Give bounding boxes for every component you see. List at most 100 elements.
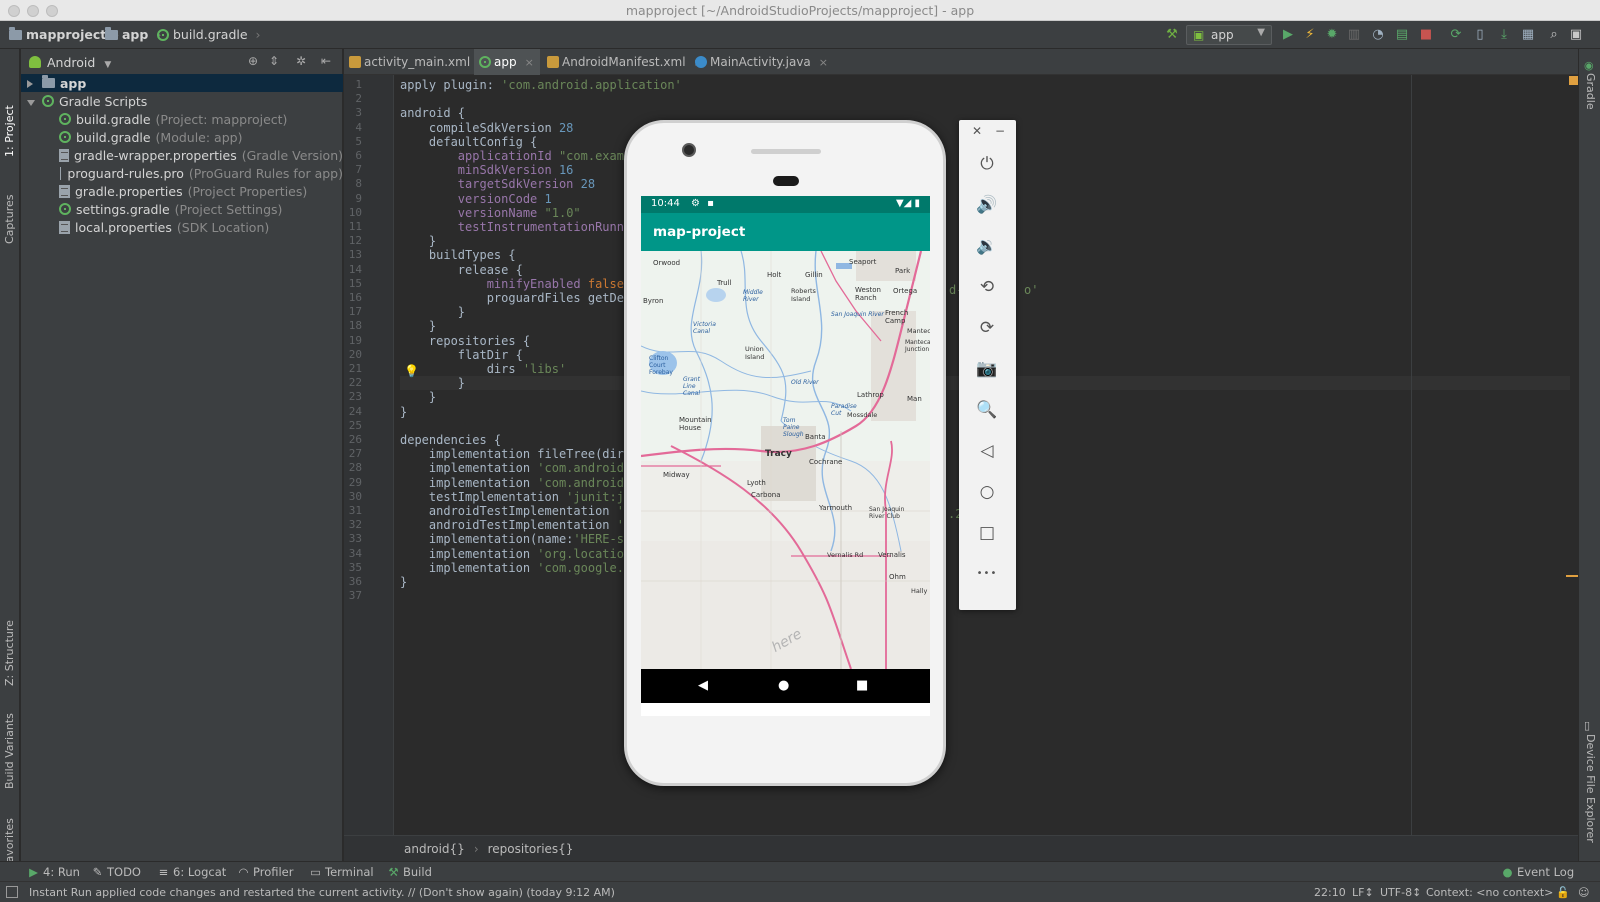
avd-manager-icon[interactable]: ▯ <box>1472 27 1488 43</box>
code-line[interactable]: minifyEnabled false <box>400 277 624 291</box>
code-line[interactable]: dirs 'libs' <box>400 362 567 376</box>
breadcrumb-item[interactable]: android{} <box>404 842 465 856</box>
tool-window-build[interactable]: ⚒ Build <box>388 865 432 879</box>
code-line[interactable]: testInstrumentationRunner <box>400 220 639 234</box>
code-line[interactable]: applicationId "com.example <box>400 149 646 163</box>
close-tab-icon[interactable]: × <box>525 56 534 69</box>
user-icon[interactable]: ▣ <box>1568 27 1584 43</box>
code-line[interactable]: dependencies { <box>400 433 501 447</box>
project-structure-icon[interactable]: ▦ <box>1520 27 1536 43</box>
code-line[interactable]: implementation 'com.android.s <box>400 476 639 490</box>
code-line[interactable]: } <box>400 405 407 419</box>
tree-item-gradle-scripts[interactable]: Gradle Scripts <box>21 92 343 110</box>
tree-item-proguard[interactable]: proguard-rules.pro (ProGuard Rules for a… <box>21 164 343 182</box>
tree-item-build-gradle-module[interactable]: build.gradle (Module: app) <box>21 128 343 146</box>
zoom-icon[interactable]: 🔍 <box>975 398 999 422</box>
code-line[interactable]: implementation 'org.locationt <box>400 547 639 561</box>
tool-tab-captures[interactable]: Captures <box>3 195 16 244</box>
collapse-arrow-icon[interactable] <box>27 99 35 106</box>
code-line[interactable]: androidTestImplementation 'co <box>400 504 639 518</box>
nav-crumb-project[interactable]: mapproject › <box>9 26 119 42</box>
tool-tab-structure[interactable]: Z: Structure <box>3 620 16 686</box>
code-line[interactable]: apply plugin: 'com.android.application' <box>400 78 682 92</box>
context-info[interactable]: Context: <no context> <box>1426 886 1553 899</box>
tool-window-event-log[interactable]: ● Event Log <box>1502 865 1574 879</box>
code-line[interactable]: } <box>400 390 436 404</box>
analysis-status-icon[interactable] <box>1569 76 1578 85</box>
code-line[interactable]: targetSdkVersion 28 <box>400 177 595 191</box>
power-icon[interactable]: ⏻ <box>975 152 999 176</box>
debug-icon[interactable]: ✹ <box>1324 27 1340 43</box>
overview-icon[interactable]: □ <box>975 521 999 545</box>
code-line[interactable]: repositories { <box>400 334 530 348</box>
code-line[interactable]: buildTypes { <box>400 248 516 262</box>
code-line[interactable]: proguardFiles getDefa <box>400 291 639 305</box>
intention-bulb-icon[interactable]: 💡 <box>404 364 419 378</box>
close-tab-icon[interactable]: × <box>819 56 828 69</box>
back-icon[interactable]: ◁ <box>975 439 999 463</box>
tree-item-local-properties[interactable]: local.properties (SDK Location) <box>21 218 343 236</box>
overview-nav-icon[interactable]: ■ <box>856 678 868 693</box>
tree-item-build-gradle-project[interactable]: build.gradle (Project: mapproject) <box>21 110 343 128</box>
map-view[interactable]: Tracy Lathrop Banta Cochrane Mountain Ho… <box>641 250 930 670</box>
rotate-left-icon[interactable]: ⟲ <box>975 275 999 299</box>
close-icon[interactable]: ✕ <box>972 124 982 138</box>
code-line[interactable]: defaultConfig { <box>400 135 537 149</box>
caret-position[interactable]: 22:10 <box>1314 886 1346 899</box>
code-line[interactable]: versionName "1.0" <box>400 206 581 220</box>
code-line[interactable]: implementation(name:'HERE-sdk <box>400 532 639 546</box>
lock-icon[interactable]: 🔓 <box>1556 886 1570 899</box>
code-line[interactable]: implementation 'com.google.co <box>400 561 639 575</box>
code-line[interactable]: release { <box>400 263 523 277</box>
sdk-manager-icon[interactable]: ⤓ <box>1496 27 1512 43</box>
tool-window-run[interactable]: ▶ 4: Run <box>28 865 80 879</box>
error-stripe-mark[interactable] <box>1566 575 1578 577</box>
tab-app-gradle[interactable]: app × <box>474 49 540 75</box>
search-icon[interactable]: ⌕ <box>1546 27 1562 43</box>
volume-down-icon[interactable]: 🔉 <box>975 234 999 258</box>
tool-window-profiler[interactable]: ◠ Profiler <box>238 865 293 879</box>
home-nav-icon[interactable]: ● <box>778 678 789 693</box>
tree-item-app[interactable]: app <box>21 74 343 92</box>
stop-icon[interactable]: ■ <box>1418 27 1434 43</box>
collapse-all-icon[interactable]: ⇕ <box>269 54 279 68</box>
code-line[interactable]: androidTestImplementation 'co <box>400 518 639 532</box>
tab-main-activity-java[interactable]: MainActivity.java × <box>690 49 828 75</box>
more-icon[interactable]: ••• <box>975 562 999 586</box>
coverage-icon[interactable]: ▥ <box>1346 27 1362 43</box>
volume-up-icon[interactable]: 🔊 <box>975 193 999 217</box>
emulator-screen[interactable]: 10:44 ⚙ ▪ ▼◢ ▮ map-project Tracy Lathrop… <box>641 196 930 716</box>
code-line[interactable]: implementation 'com.android.s <box>400 461 639 475</box>
attach-debugger-icon[interactable]: ▤ <box>1394 27 1410 43</box>
status-message[interactable]: Instant Run applied code changes and res… <box>29 886 615 899</box>
nav-crumb-file[interactable]: build.gradle › <box>157 27 261 42</box>
code-line[interactable]: versionCode 1 <box>400 192 552 206</box>
code-line[interactable]: flatDir { <box>400 348 523 362</box>
toggle-tool-windows-icon[interactable] <box>6 886 18 898</box>
breadcrumb-item[interactable]: repositories{} <box>488 842 574 856</box>
hide-panel-icon[interactable]: ⇤ <box>321 54 331 68</box>
file-encoding[interactable]: UTF-8↕ <box>1380 886 1421 899</box>
code-line[interactable]: minSdkVersion 16 <box>400 163 574 177</box>
back-nav-icon[interactable]: ◀ <box>698 678 708 693</box>
tab-android-manifest[interactable]: AndroidManifest.xml× <box>542 49 703 75</box>
tool-window-terminal[interactable]: ▭ Terminal <box>310 865 374 879</box>
code-line[interactable]: testImplementation 'junit:jun <box>400 490 639 504</box>
code-line[interactable]: } <box>400 234 436 248</box>
tool-tab-build-variants[interactable]: Build Variants <box>3 713 16 789</box>
home-icon[interactable]: ○ <box>975 480 999 504</box>
camera-icon[interactable]: 📷 <box>975 357 999 381</box>
minimize-icon[interactable]: − <box>995 124 1005 138</box>
code-line[interactable]: compileSdkVersion 28 <box>400 121 574 135</box>
inspector-icon[interactable]: ☺ <box>1578 886 1589 899</box>
tool-window-logcat[interactable]: ≡ 6: Logcat <box>158 865 227 879</box>
profile-icon[interactable]: ◔ <box>1370 27 1386 43</box>
apply-changes-icon[interactable]: ⚡ <box>1302 27 1318 43</box>
tool-tab-project[interactable]: 1: Project <box>3 105 16 157</box>
line-separator[interactable]: LF↕ <box>1352 886 1374 899</box>
code-line[interactable]: } <box>400 305 465 319</box>
tree-item-settings-gradle[interactable]: settings.gradle (Project Settings) <box>21 200 343 218</box>
nav-crumb-module[interactable]: app › <box>105 26 161 42</box>
tree-item-gradle-wrapper[interactable]: gradle-wrapper.properties (Gradle Versio… <box>21 146 343 164</box>
expand-arrow-icon[interactable] <box>27 79 33 88</box>
